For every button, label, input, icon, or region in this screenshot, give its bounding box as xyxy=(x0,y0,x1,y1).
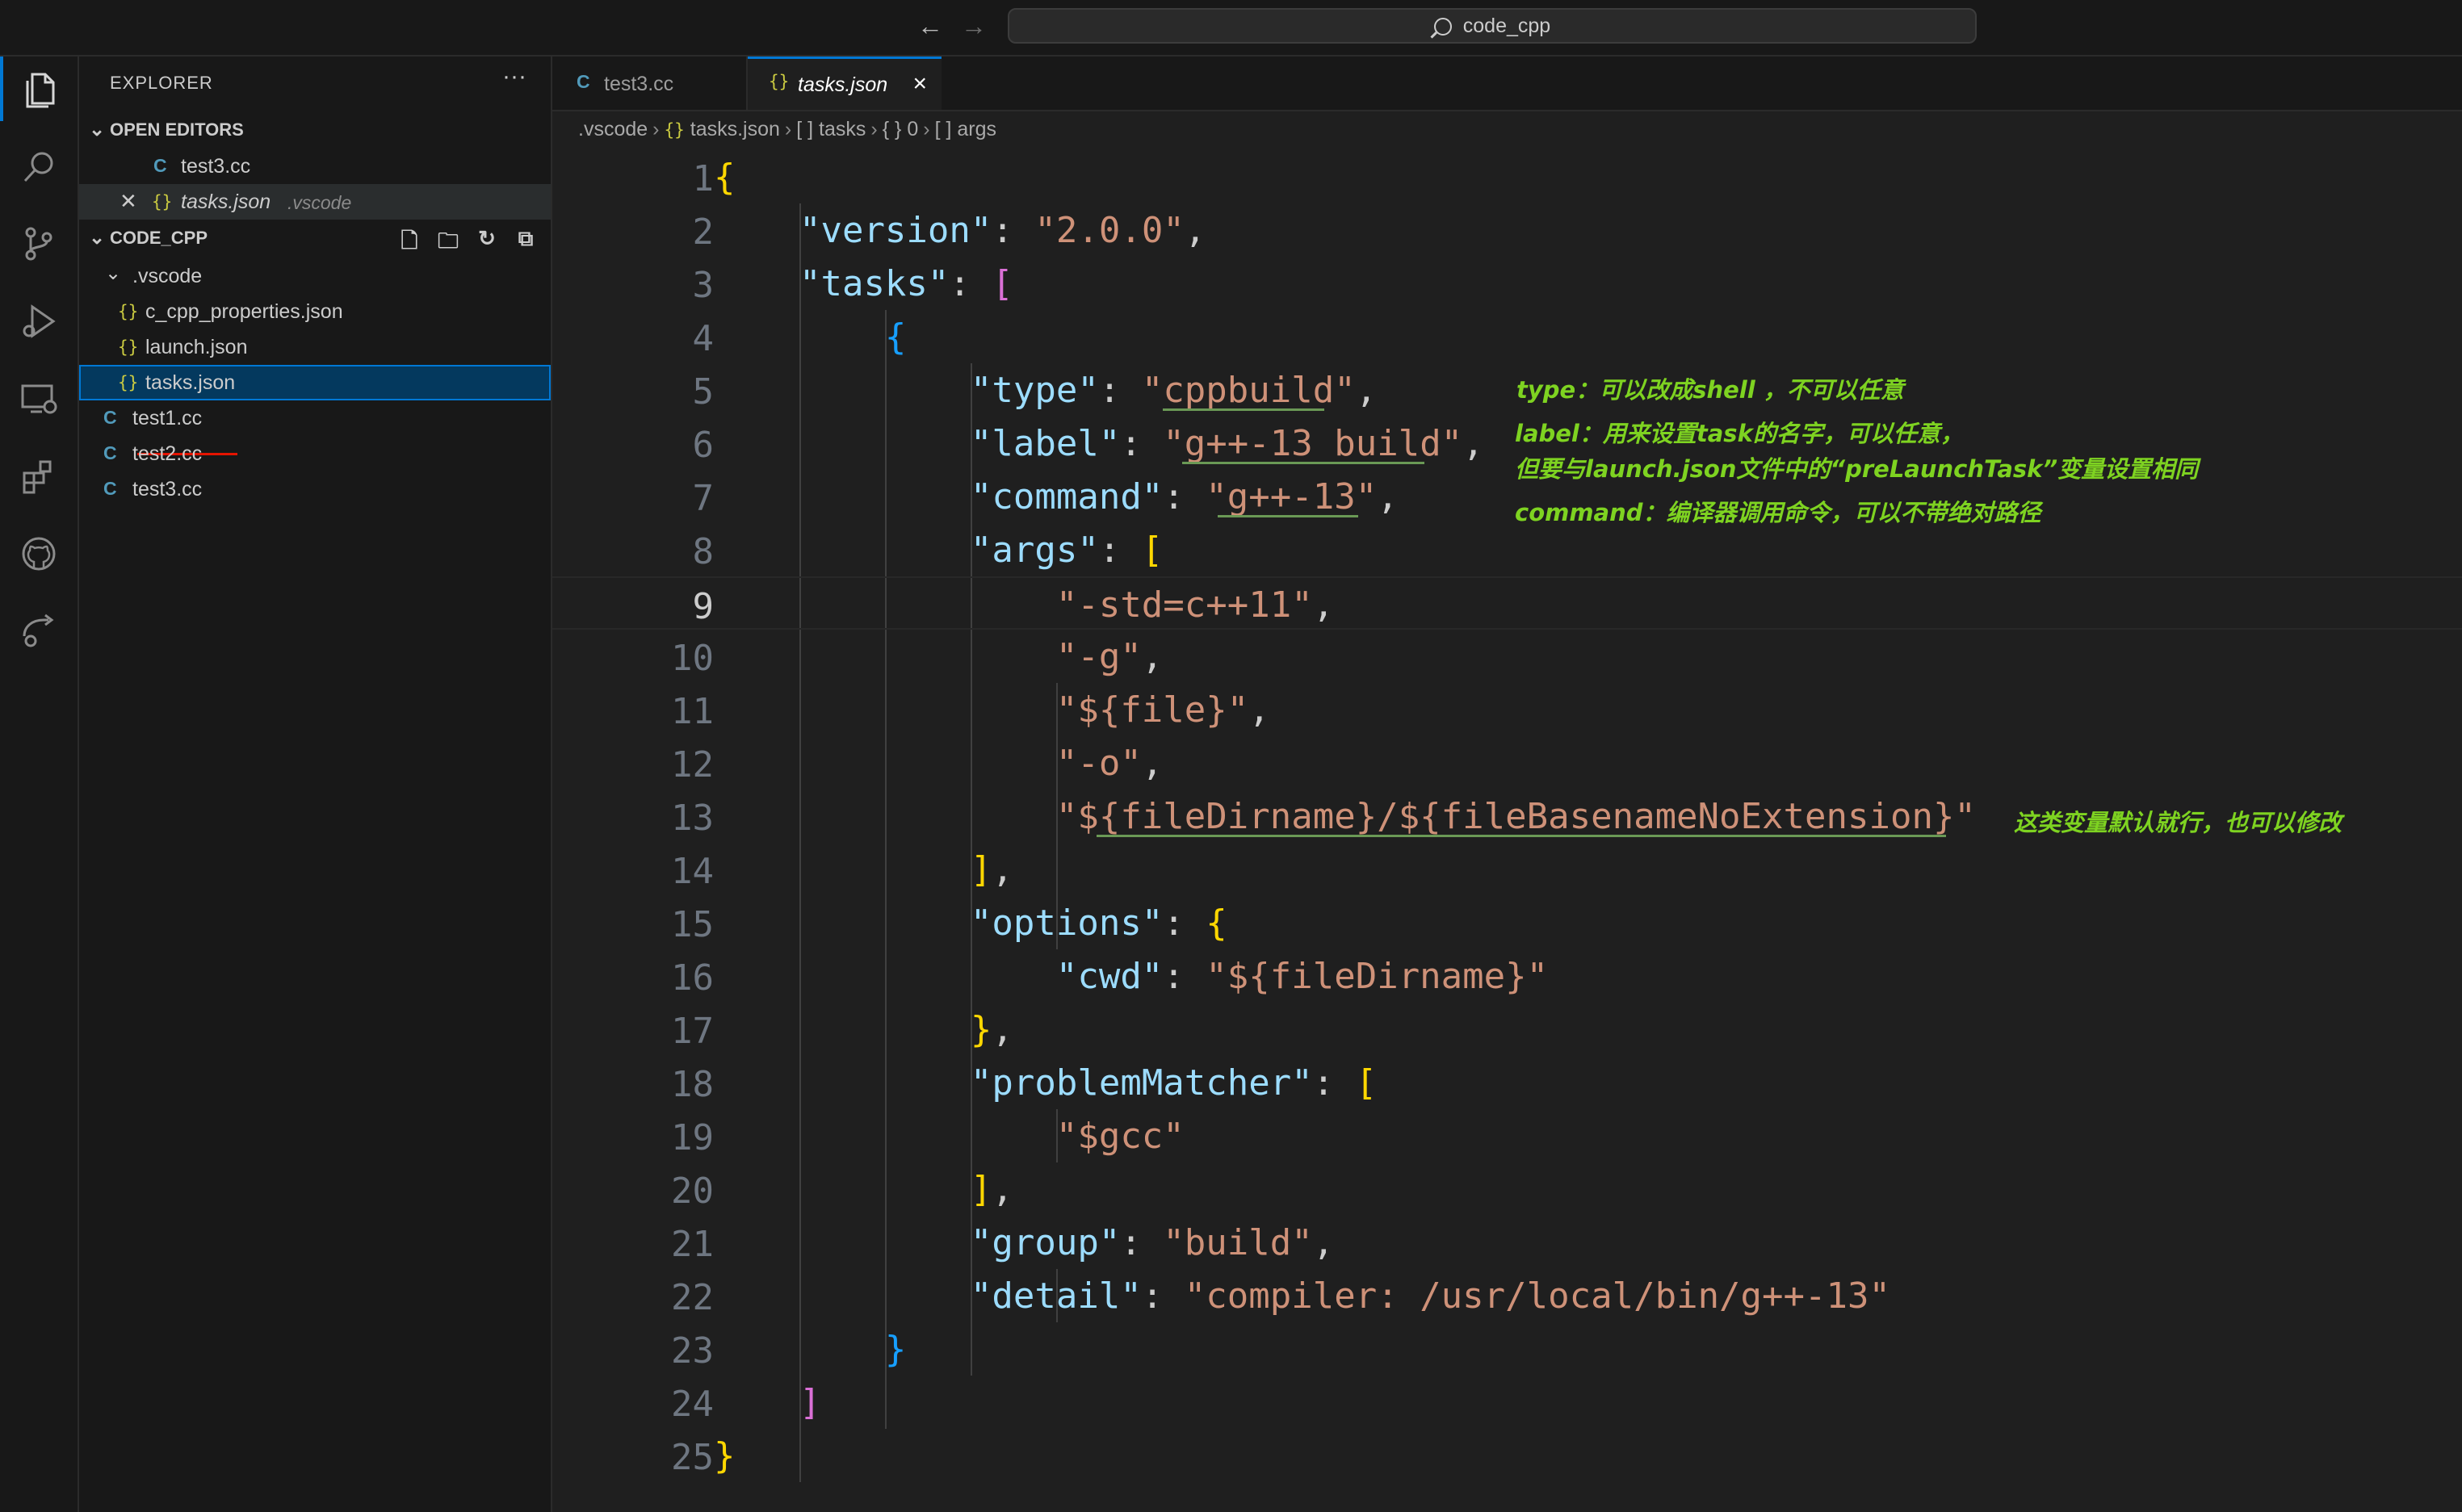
code-line: 19 "$gcc" xyxy=(671,1116,1185,1158)
chevron-right-icon: › xyxy=(870,118,878,140)
code-line: 21 "group": "build", xyxy=(671,1222,1335,1265)
new-file-icon[interactable]: 🗋 xyxy=(396,226,423,262)
chevron-down-icon: ⌄ xyxy=(89,227,106,249)
array-icon: [ ] xyxy=(796,118,814,140)
code-line: 25} xyxy=(671,1435,736,1478)
tree-file[interactable]: C test2.cc xyxy=(79,436,551,471)
json-file-icon: {} xyxy=(118,373,139,392)
breadcrumb-index[interactable]: 0 xyxy=(907,118,918,140)
code-line: 4 { xyxy=(692,316,907,359)
json-file-icon: {} xyxy=(118,302,139,321)
breadcrumb: .vscode ›{} tasks.json ›[ ] tasks ›{ } 0 ›[ … xyxy=(578,118,996,141)
source-control-icon[interactable] xyxy=(0,212,78,276)
tree-file-selected[interactable]: {} tasks.json xyxy=(79,365,551,400)
new-folder-icon[interactable]: 🗀 xyxy=(434,226,462,262)
annotation-underline xyxy=(1182,462,1424,464)
tree-file[interactable]: {} launch.json xyxy=(79,329,551,365)
workspace-header[interactable]: ⌄ CODE_CPP 🗋 🗀 ↻ ⧉ xyxy=(79,223,551,255)
array-icon: [ ] xyxy=(934,118,952,140)
close-icon[interactable]: ✕ xyxy=(120,189,137,214)
cpp-file-icon: C xyxy=(153,155,167,176)
remote-explorer-icon[interactable] xyxy=(0,366,78,431)
code-line: 22 "detail": "compiler: /usr/local/bin/g… xyxy=(671,1275,1890,1318)
explorer-sidebar: EXPLORER ··· ⌄ OPEN EDITORS C test3.cc ✕… xyxy=(79,57,552,1512)
chevron-down-icon: ⌄ xyxy=(105,262,122,284)
code-line: 17 }, xyxy=(671,1009,1013,1052)
code-line: 2 "version": "2.0.0", xyxy=(692,210,1206,253)
annotation-underline xyxy=(1163,408,1324,411)
command-center-search[interactable]: code_cpp xyxy=(1008,8,1977,44)
json-file-icon: {} xyxy=(152,192,173,212)
chevron-right-icon: › xyxy=(923,118,930,140)
annotation-label-line1: label：用来设置task的名字，可以任意， xyxy=(1515,420,1964,447)
object-icon: { } xyxy=(882,118,902,140)
breadcrumb-folder[interactable]: .vscode xyxy=(578,118,648,140)
tab-tasks-json[interactable]: {} tasks.json × xyxy=(748,57,942,110)
annotation-command: command：编译器调用命令，可以不带绝对路径 xyxy=(1515,499,2041,526)
annotation-args: 这类变量默认就行，也可以修改 xyxy=(2014,809,2342,836)
annotation-underline xyxy=(1218,515,1358,517)
code-line: 3 "tasks": [ xyxy=(692,263,1013,306)
arrow-left-icon[interactable]: ← xyxy=(917,11,943,41)
tree-file[interactable]: C test1.cc xyxy=(79,400,551,436)
refresh-icon[interactable]: ↻ xyxy=(473,226,501,262)
cpp-file-icon: C xyxy=(103,407,117,428)
cpp-file-icon: C xyxy=(103,478,117,499)
code-line-current: 9 "-std=c++11", xyxy=(552,576,2462,630)
code-line: 18 "problemMatcher": [ xyxy=(671,1062,1378,1105)
chevron-down-icon: ⌄ xyxy=(89,119,106,140)
arrow-right-icon[interactable]: → xyxy=(961,11,987,41)
explorer-icon[interactable] xyxy=(0,57,78,121)
code-line: 12 "-o", xyxy=(671,743,1164,785)
code-line: 23 } xyxy=(671,1329,907,1372)
code-line: 20 ], xyxy=(671,1169,1013,1212)
search-icon[interactable] xyxy=(0,134,78,199)
cpp-file-icon: C xyxy=(103,442,117,463)
annotation-type: type：可以改成shell ，不可以任意 xyxy=(1516,376,1904,404)
code-line: 16 "cwd": "${fileDirname}" xyxy=(671,956,1549,999)
open-editor-item[interactable]: C test3.cc xyxy=(79,149,551,184)
activity-bar xyxy=(0,57,79,1512)
tree-file[interactable]: C test3.cc xyxy=(79,471,551,507)
extensions-icon[interactable] xyxy=(0,444,78,509)
chevron-right-icon: › xyxy=(784,118,792,140)
title-bar: ← → code_cpp xyxy=(0,0,2462,57)
code-line: 8 "args": [ xyxy=(692,530,1164,572)
open-editors-header[interactable]: ⌄ OPEN EDITORS xyxy=(79,115,551,147)
github-icon[interactable] xyxy=(0,521,78,586)
close-icon[interactable]: × xyxy=(912,70,927,98)
breadcrumb-file[interactable]: tasks.json xyxy=(690,118,780,140)
tree-folder-vscode[interactable]: ⌄ .vscode xyxy=(79,258,551,294)
json-file-icon: {} xyxy=(769,72,790,91)
collapse-all-icon[interactable]: ⧉ xyxy=(512,226,539,262)
code-line: 14 ], xyxy=(671,849,1013,892)
code-line: 24 ] xyxy=(671,1382,821,1425)
annotation-underline xyxy=(1097,835,1946,837)
sidebar-title: EXPLORER xyxy=(110,73,213,93)
tab-bar: C test3.cc {} tasks.json × xyxy=(552,57,2462,111)
open-editor-item-active[interactable]: ✕ {} tasks.json .vscode xyxy=(79,184,551,220)
cpp-file-icon: C xyxy=(577,71,590,92)
json-file-icon: {} xyxy=(118,337,139,357)
run-debug-icon[interactable] xyxy=(0,289,78,354)
tab-test3-cc[interactable]: C test3.cc xyxy=(552,57,748,110)
live-share-icon[interactable] xyxy=(0,599,78,664)
code-line: 11 "${file}", xyxy=(671,689,1270,732)
search-text: code_cpp xyxy=(1462,15,1551,37)
search-icon xyxy=(1433,18,1452,36)
breadcrumb-args[interactable]: args xyxy=(957,118,996,140)
more-actions-icon[interactable]: ··· xyxy=(502,63,526,90)
code-line: 15 "options": { xyxy=(671,903,1227,945)
chevron-right-icon: › xyxy=(652,118,660,140)
code-line: 10 "-g", xyxy=(671,636,1164,679)
breadcrumb-tasks[interactable]: tasks xyxy=(819,118,866,140)
annotation-label-line2: 但要与launch.json文件中的“preLaunchTask”变量设置相同 xyxy=(1515,455,2199,483)
code-line: 1{ xyxy=(692,157,736,199)
code-line: 5 "type": "cppbuild", xyxy=(692,370,1378,413)
tree-file[interactable]: {} c_cpp_properties.json xyxy=(79,294,551,329)
json-file-icon: {} xyxy=(664,120,685,140)
